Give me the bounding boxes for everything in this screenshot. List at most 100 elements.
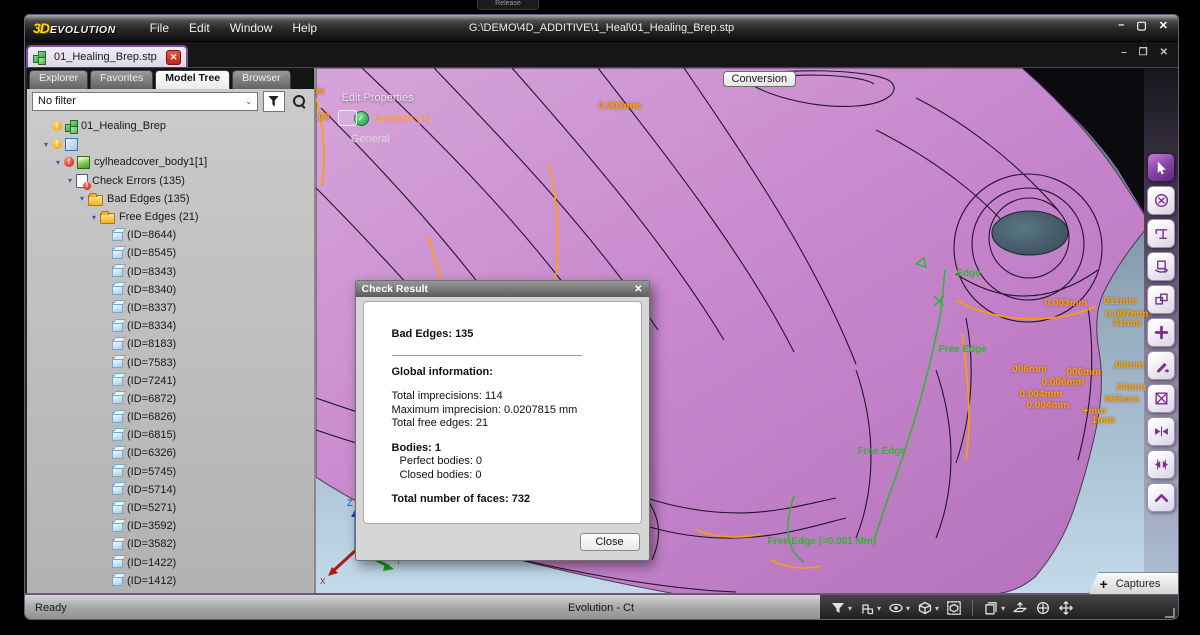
tree-item[interactable]: (ID=8545) xyxy=(27,244,314,262)
tab-browser[interactable]: Browser xyxy=(232,70,291,89)
cube-icon xyxy=(112,320,123,332)
menu-window[interactable]: Window xyxy=(228,19,275,37)
cube-icon xyxy=(112,266,123,278)
tree-item[interactable]: (ID=8340) xyxy=(27,281,314,299)
save-icon[interactable] xyxy=(385,20,402,37)
tree-item[interactable]: (ID=6815) xyxy=(27,426,314,444)
close-button[interactable]: ✕ xyxy=(1159,19,1168,32)
tree-expander-icon[interactable]: ▾ xyxy=(40,140,52,149)
edit-geometry-button[interactable] xyxy=(1147,351,1176,380)
clipping-box-button[interactable] xyxy=(946,600,962,616)
dialog-titlebar[interactable]: Check Result ✕ xyxy=(355,281,649,297)
pages-button[interactable]: ▾ xyxy=(983,600,1005,616)
body-icon xyxy=(77,155,90,169)
tree-item[interactable]: ▾! xyxy=(27,135,314,153)
tree-item[interactable]: ▾ Free Edges (21) xyxy=(27,208,314,226)
captures-tab[interactable]: + Captures xyxy=(1088,572,1178,594)
filter-funnel-button[interactable]: ▾ xyxy=(830,600,852,616)
collapse-panel-button[interactable] xyxy=(1147,483,1176,512)
free-edge-label: Free Edge xyxy=(857,446,906,457)
dialog-close-icon[interactable]: ✕ xyxy=(634,284,642,295)
datum-plane-button[interactable] xyxy=(1012,600,1028,616)
deselect-button[interactable] xyxy=(1147,186,1176,215)
window-title: G:\DEMO\4D_ADDITIVE\1_Heal\01_Healing_Br… xyxy=(468,22,735,34)
cube-icon xyxy=(112,502,123,514)
tree-item[interactable]: (ID=6326) xyxy=(27,444,314,462)
tree-item-label: (ID=8334) xyxy=(127,320,177,333)
tree-item[interactable]: (ID=5745) xyxy=(27,463,314,481)
tree-item[interactable]: ▾! cylheadcover_body1[1] xyxy=(27,153,314,171)
search-button[interactable] xyxy=(290,92,308,110)
add-button[interactable] xyxy=(1147,318,1176,347)
tree-item[interactable]: ▾ Check Errors (135) xyxy=(27,172,314,190)
minimize-button[interactable]: – xyxy=(1118,19,1124,32)
tree-item[interactable]: (ID=7241) xyxy=(27,372,314,390)
select-cursor-button[interactable] xyxy=(1147,153,1176,182)
tree-item[interactable]: (ID=6826) xyxy=(27,408,314,426)
render-mode-button[interactable]: ▾ xyxy=(917,600,939,616)
document-tab[interactable]: 01_Healing_Brep.stp ✕ xyxy=(26,45,188,67)
tree-expander-icon[interactable]: ▾ xyxy=(64,176,76,185)
tree-item[interactable]: ! 01_Healing_Brep xyxy=(27,117,314,135)
status-bar: Ready Evolution - Ct ▾ ▾ ▾ ▾ ▾ xyxy=(25,593,1178,619)
filter-funnel-button[interactable] xyxy=(262,90,285,112)
tree-expander-icon[interactable]: ▾ xyxy=(52,158,64,167)
status-ready: Ready xyxy=(35,602,67,614)
tree-item[interactable]: (ID=8337) xyxy=(27,299,314,317)
tab-explorer[interactable]: Explorer xyxy=(29,70,89,89)
expand-edges-button[interactable] xyxy=(1147,450,1176,479)
add-capture-icon[interactable]: + xyxy=(1100,575,1108,593)
tree-item[interactable]: (ID=5714) xyxy=(27,481,314,499)
tree-item-label: (ID=5714) xyxy=(127,483,177,496)
tab-favorites[interactable]: Favorites xyxy=(90,70,154,89)
child-minimize-button[interactable]: – xyxy=(1121,47,1127,58)
selection-set-button[interactable]: ▾ xyxy=(859,600,881,616)
child-restore-button[interactable]: ❐ xyxy=(1139,47,1148,58)
tree-item[interactable]: ▾ Bad Edges (135) xyxy=(27,190,314,208)
dialog-text-line: Bodies: 1 xyxy=(391,441,442,454)
tree-item[interactable]: (ID=8334) xyxy=(27,317,314,335)
tree-item[interactable]: (ID=1412) xyxy=(27,572,314,590)
free-edge-label: Free Edge (=0,001 Mm) xyxy=(767,536,877,547)
child-close-button[interactable]: ✕ xyxy=(1160,47,1168,58)
center-view-button[interactable] xyxy=(1035,600,1051,616)
tree-item[interactable]: (ID=5271) xyxy=(27,499,314,517)
general-item[interactable]: General xyxy=(351,133,390,145)
merge-edges-button[interactable] xyxy=(1147,417,1176,446)
measure-probe-button[interactable] xyxy=(1147,219,1176,248)
tree-item[interactable]: (ID=8644) xyxy=(27,226,314,244)
tree-item[interactable]: (ID=8183) xyxy=(27,335,314,353)
license-key-icon[interactable] xyxy=(333,20,350,37)
status-mode: Evolution - Ct xyxy=(567,602,635,614)
pan-button[interactable] xyxy=(1058,600,1074,616)
maximize-button[interactable]: ▢ xyxy=(1136,19,1146,32)
rotate-view-button[interactable] xyxy=(1147,252,1176,281)
undo-icon[interactable] xyxy=(411,20,428,37)
resize-grip-icon[interactable] xyxy=(1165,608,1175,618)
duplicate-body-button[interactable] xyxy=(1147,285,1176,314)
conversion-button[interactable]: Conversion xyxy=(722,71,797,87)
tree-item[interactable]: (ID=8343) xyxy=(27,263,314,281)
tree-item[interactable]: (ID=3592) xyxy=(27,517,314,535)
tree-item[interactable]: (ID=3582) xyxy=(27,535,314,553)
filter-combobox[interactable]: No filter ⌄ xyxy=(32,91,258,111)
tree-item[interactable]: (ID=6872) xyxy=(27,390,314,408)
viewport-canvas[interactable]: Z Y X m .00 0.003mm 0.003mm 011mm 0.007mm 41mm… xyxy=(315,68,1178,594)
dialog-close-button[interactable]: Close xyxy=(579,533,640,551)
tree-expander-icon[interactable]: ▾ xyxy=(88,213,100,222)
tree-expander-icon[interactable]: ▾ xyxy=(76,194,88,203)
tab-model-tree[interactable]: Model Tree xyxy=(155,70,231,89)
background-window-fragment: Release xyxy=(477,0,539,10)
open-file-icon[interactable] xyxy=(359,20,376,37)
delete-region-button[interactable] xyxy=(1147,384,1176,413)
analyze-item[interactable]: Analyze (1) xyxy=(375,113,431,125)
menu-file[interactable]: File xyxy=(148,19,171,37)
session-log-icon[interactable] xyxy=(437,20,454,37)
menu-help[interactable]: Help xyxy=(290,19,319,37)
document-tab-close-icon[interactable]: ✕ xyxy=(166,49,181,65)
menu-edit[interactable]: Edit xyxy=(187,19,212,37)
tree-item[interactable]: (ID=7583) xyxy=(27,353,314,371)
cube-icon xyxy=(112,484,123,496)
tree-item[interactable]: (ID=1422) xyxy=(27,554,314,572)
visibility-eye-button[interactable]: ▾ xyxy=(888,600,910,616)
